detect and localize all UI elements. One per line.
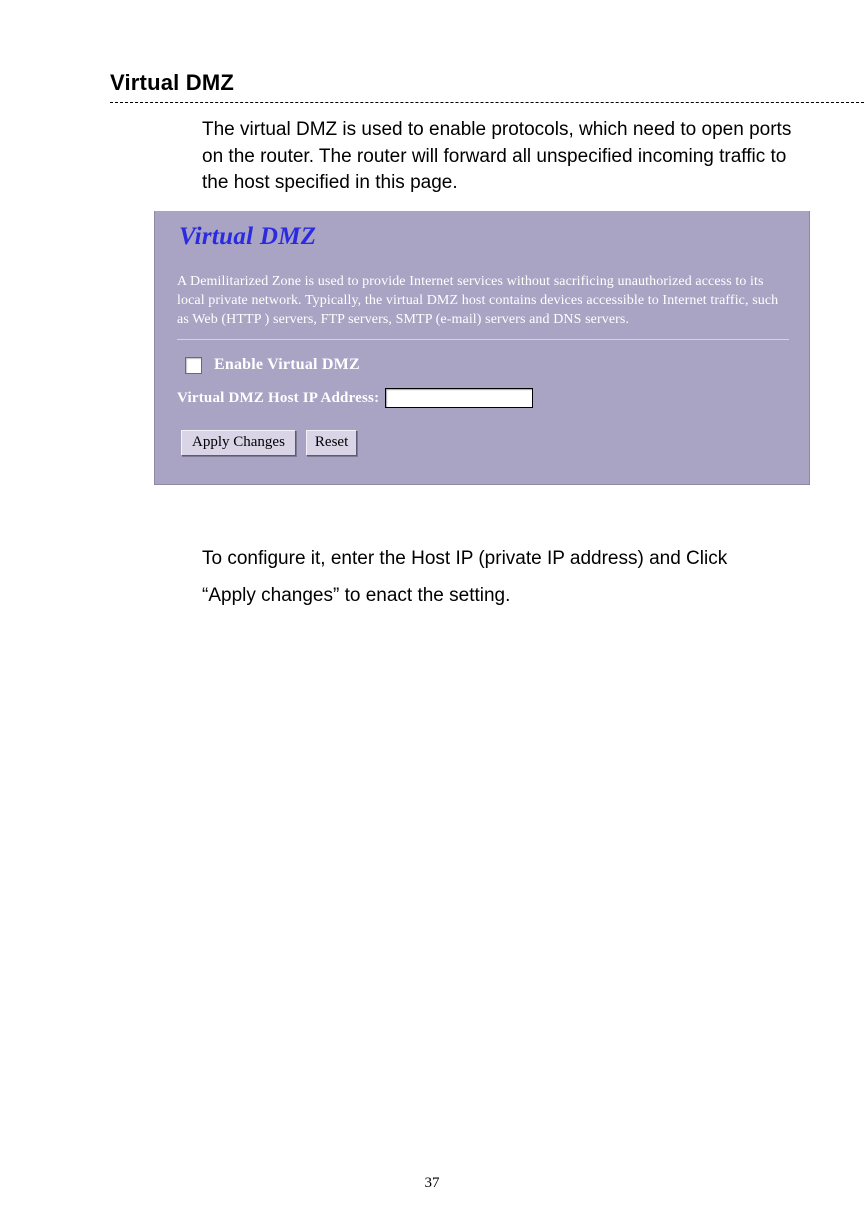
enable-dmz-row: Enable Virtual DMZ <box>185 356 789 374</box>
apply-changes-button[interactable]: Apply Changes <box>181 430 296 456</box>
dmz-host-ip-row: Virtual DMZ Host IP Address: <box>177 388 789 408</box>
page-number: 37 <box>0 1175 864 1192</box>
virtual-dmz-panel: Virtual DMZ A Demilitarized Zone is used… <box>154 211 810 486</box>
heading-divider <box>110 102 864 103</box>
dmz-host-ip-label: Virtual DMZ Host IP Address: <box>177 390 379 407</box>
panel-description: A Demilitarized Zone is used to provide … <box>177 273 789 330</box>
section-heading: Virtual DMZ <box>110 70 804 96</box>
button-row: Apply Changes Reset <box>181 430 789 456</box>
enable-dmz-checkbox[interactable] <box>185 357 202 374</box>
panel-title: Virtual DMZ <box>179 223 789 251</box>
outro-paragraph: To configure it, enter the Host IP (priv… <box>110 541 804 613</box>
intro-paragraph: The virtual DMZ is used to enable protoc… <box>110 117 804 197</box>
panel-divider <box>177 339 789 340</box>
enable-dmz-label: Enable Virtual DMZ <box>214 356 360 374</box>
reset-button[interactable]: Reset <box>306 430 357 456</box>
dmz-host-ip-input[interactable] <box>385 388 533 408</box>
